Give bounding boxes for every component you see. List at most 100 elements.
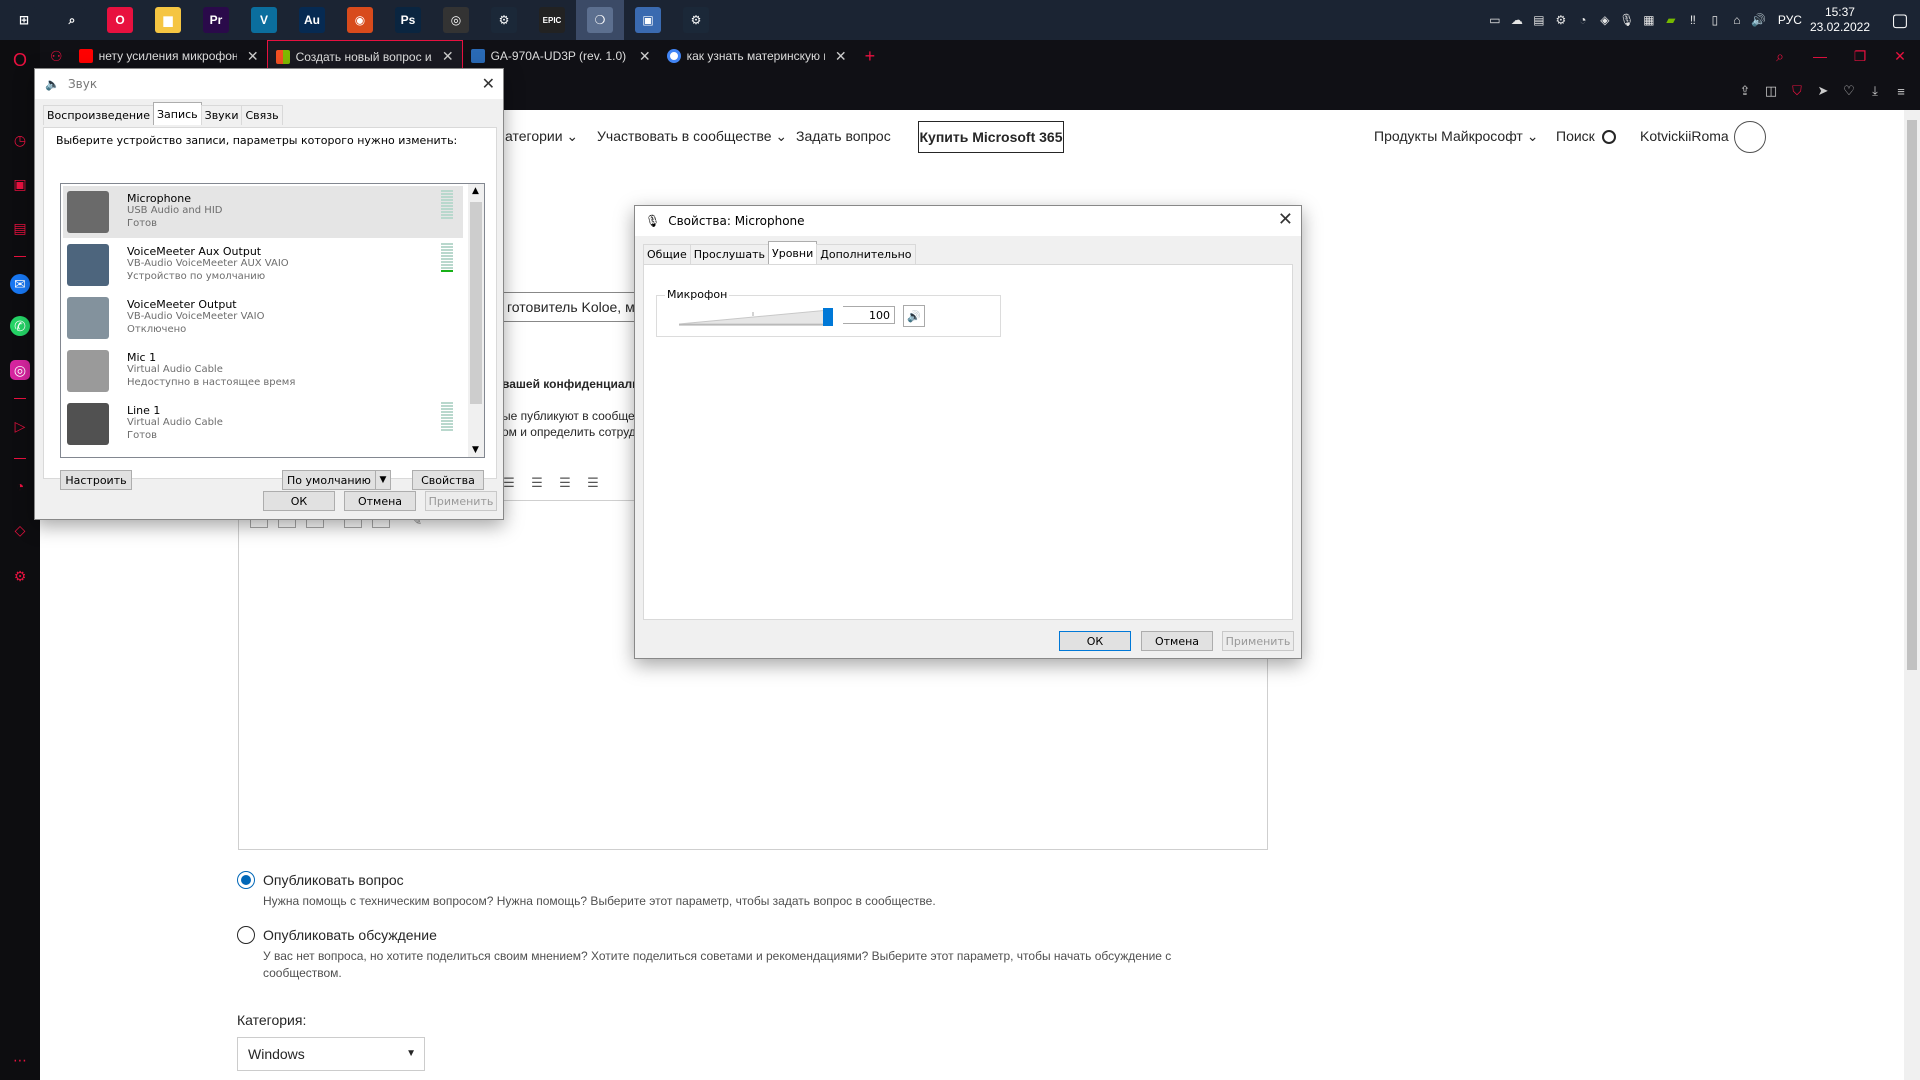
more-icon[interactable]: ⋯ (10, 1050, 30, 1070)
history-icon[interactable]: ◔ (10, 476, 30, 496)
minimize-icon[interactable]: — (1800, 40, 1840, 72)
taskbar-app-1[interactable]: ⌕ (48, 0, 96, 40)
scroll-up-icon[interactable]: ▲ (472, 186, 479, 196)
taskbar-app-10[interactable]: ⚙ (480, 0, 528, 40)
tab-sounds[interactable]: Звуки (200, 105, 243, 125)
ok-button[interactable]: ОК (263, 491, 335, 511)
device-item[interactable]: Line 1 Virtual Audio Cable Готов (63, 398, 463, 450)
clock[interactable]: 15:37 23.02.2022 (1810, 5, 1870, 35)
title-input-partial[interactable]: готовитель Koloe, мо (502, 292, 638, 322)
taskbar-app-5[interactable]: V (240, 0, 288, 40)
close-icon[interactable]: ✕ (1278, 209, 1293, 230)
onedrive-icon[interactable]: ☁ (1506, 0, 1528, 40)
set-default-button[interactable]: По умолчанию (282, 470, 376, 490)
tab-search-icon[interactable]: ⌕ (1760, 40, 1800, 72)
taskbar-app-6[interactable]: Au (288, 0, 336, 40)
microphone-tray-icon[interactable]: 🎙 (1616, 0, 1638, 40)
language-indicator[interactable]: РУС (1778, 13, 1802, 27)
share-icon[interactable]: ⇪ (1736, 82, 1754, 100)
tab-playback[interactable]: Воспроизведение (43, 105, 154, 125)
bag-icon[interactable]: ▣ (10, 174, 30, 194)
taskbar-app-12[interactable]: ❍ (576, 0, 624, 40)
taskbar-app-4[interactable]: Pr (192, 0, 240, 40)
new-tab-icon[interactable]: + (865, 46, 876, 67)
taskbar-app-11[interactable]: EPIC (528, 0, 576, 40)
mute-speaker-icon[interactable]: 🔊 (903, 305, 925, 327)
settings-icon[interactable]: ⚙ (10, 566, 30, 586)
set-default-split-button[interactable]: По умолчанию ▼ (282, 470, 392, 490)
tab-recording[interactable]: Запись (152, 102, 202, 125)
nav-products[interactable]: Продукты Майкрософт ⌄ (1374, 128, 1538, 145)
configure-button[interactable]: Настроить (60, 470, 132, 490)
tray-app-icon-6[interactable]: ‼ (1682, 0, 1704, 40)
speed-dial-icon[interactable]: ◷ (10, 130, 30, 150)
taskbar-app-2[interactable]: O (96, 0, 144, 40)
taskbar-app-13[interactable]: ▣ (624, 0, 672, 40)
page-scrollbar[interactable] (1904, 110, 1920, 1080)
nvidia-icon[interactable]: ▰ (1660, 0, 1682, 40)
ok-button[interactable]: ОК (1059, 631, 1131, 651)
volume-icon[interactable]: 🔊 (1748, 0, 1770, 40)
tab-close-icon[interactable]: ✕ (442, 48, 454, 65)
chevron-down-icon[interactable]: ▼ (375, 470, 391, 490)
cancel-button[interactable]: Отмена (344, 491, 416, 511)
opera-logo-icon[interactable]: O (10, 50, 30, 70)
steam-tray-icon[interactable]: ⚙ (1550, 0, 1572, 40)
tab-close-icon[interactable]: ✕ (639, 48, 651, 65)
taskbar-app-0[interactable]: ⊞ (0, 0, 48, 40)
tray-app-icon-4[interactable]: ◈ (1594, 0, 1616, 40)
twitch-icon[interactable]: ▤ (10, 218, 30, 238)
level-value-field[interactable]: 100 (843, 306, 895, 324)
nav-community[interactable]: Участвовать в сообществе ⌄ (597, 128, 787, 145)
nav-categories[interactable]: атегории ⌄ (505, 128, 578, 145)
taskbar-app-9[interactable]: ◎ (432, 0, 480, 40)
shield-icon[interactable]: ⛉ (1788, 82, 1806, 100)
heart-icon[interactable]: ♡ (1840, 82, 1858, 100)
instagram-icon[interactable]: ◎ (10, 360, 30, 380)
category-select[interactable]: Windows ▼ (237, 1037, 425, 1071)
level-slider[interactable] (679, 306, 839, 328)
tab-listen[interactable]: Прослушать (689, 244, 770, 264)
taskbar-app-8[interactable]: Ps (384, 0, 432, 40)
close-window-icon[interactable]: ✕ (1880, 40, 1920, 72)
tab-general[interactable]: Общие (643, 244, 691, 264)
scroll-down-icon[interactable]: ▼ (472, 445, 479, 455)
radio-checked[interactable] (237, 871, 255, 889)
device-item[interactable]: Mic 1 Virtual Audio Cable Недоступно в нас… (63, 345, 463, 397)
device-item[interactable]: Microphone USB Audio and HID Готов (63, 186, 463, 238)
tray-app-icon-2[interactable]: ▤ (1528, 0, 1550, 40)
restore-icon[interactable]: ❐ (1840, 40, 1880, 72)
avatar[interactable] (1734, 121, 1766, 153)
tray-app-icon-3[interactable]: ◔ (1572, 0, 1594, 40)
taskbar-app-14[interactable]: ⚙ (672, 0, 720, 40)
align-justify-icon[interactable]: ☰ (584, 474, 602, 492)
send-icon[interactable]: ➤ (1814, 82, 1832, 100)
publish-question-option[interactable]: Опубликовать вопрос (237, 871, 404, 889)
device-list-scrollbar[interactable]: ▲ ▼ (468, 184, 484, 457)
buy-microsoft-365-button[interactable]: Купить Microsoft 365 (918, 121, 1064, 153)
align-center-icon[interactable]: ☰ (528, 474, 546, 492)
device-list-scrollbar-thumb[interactable] (470, 202, 482, 404)
cube-icon[interactable]: ◇ (10, 520, 30, 540)
properties-button[interactable]: Свойства (412, 470, 484, 490)
user-name[interactable]: KotvickiiRoma (1640, 128, 1729, 144)
device-list[interactable]: Microphone USB Audio and HID Готов VoiceMee… (60, 183, 485, 458)
search-icon[interactable] (1602, 130, 1616, 144)
publish-discussion-option[interactable]: Опубликовать обсуждение (237, 926, 437, 944)
radio-unchecked[interactable] (237, 926, 255, 944)
device-item[interactable]: VoiceMeeter Output VB-Audio VoiceMeeter V… (63, 292, 463, 344)
notification-icon[interactable]: ▢ (1880, 0, 1920, 40)
tab-close-icon[interactable]: ✕ (247, 48, 259, 65)
network-icon[interactable]: ⌂ (1726, 0, 1748, 40)
download-icon[interactable]: ⤓ (1866, 82, 1884, 100)
tab-close-icon[interactable]: ✕ (835, 48, 847, 65)
snapshot-icon[interactable]: ◫ (1762, 82, 1780, 100)
level-slider-thumb[interactable] (823, 308, 833, 326)
page-scrollbar-thumb[interactable] (1907, 120, 1917, 670)
whatsapp-icon[interactable]: ✆ (10, 316, 30, 336)
messenger-icon[interactable]: ✉ (10, 274, 30, 294)
menu-icon[interactable]: ≡ (1892, 82, 1910, 100)
tab-levels[interactable]: Уровни (768, 241, 818, 264)
player-icon[interactable]: ▷ (10, 416, 30, 436)
taskbar-app-7[interactable]: ◉ (336, 0, 384, 40)
